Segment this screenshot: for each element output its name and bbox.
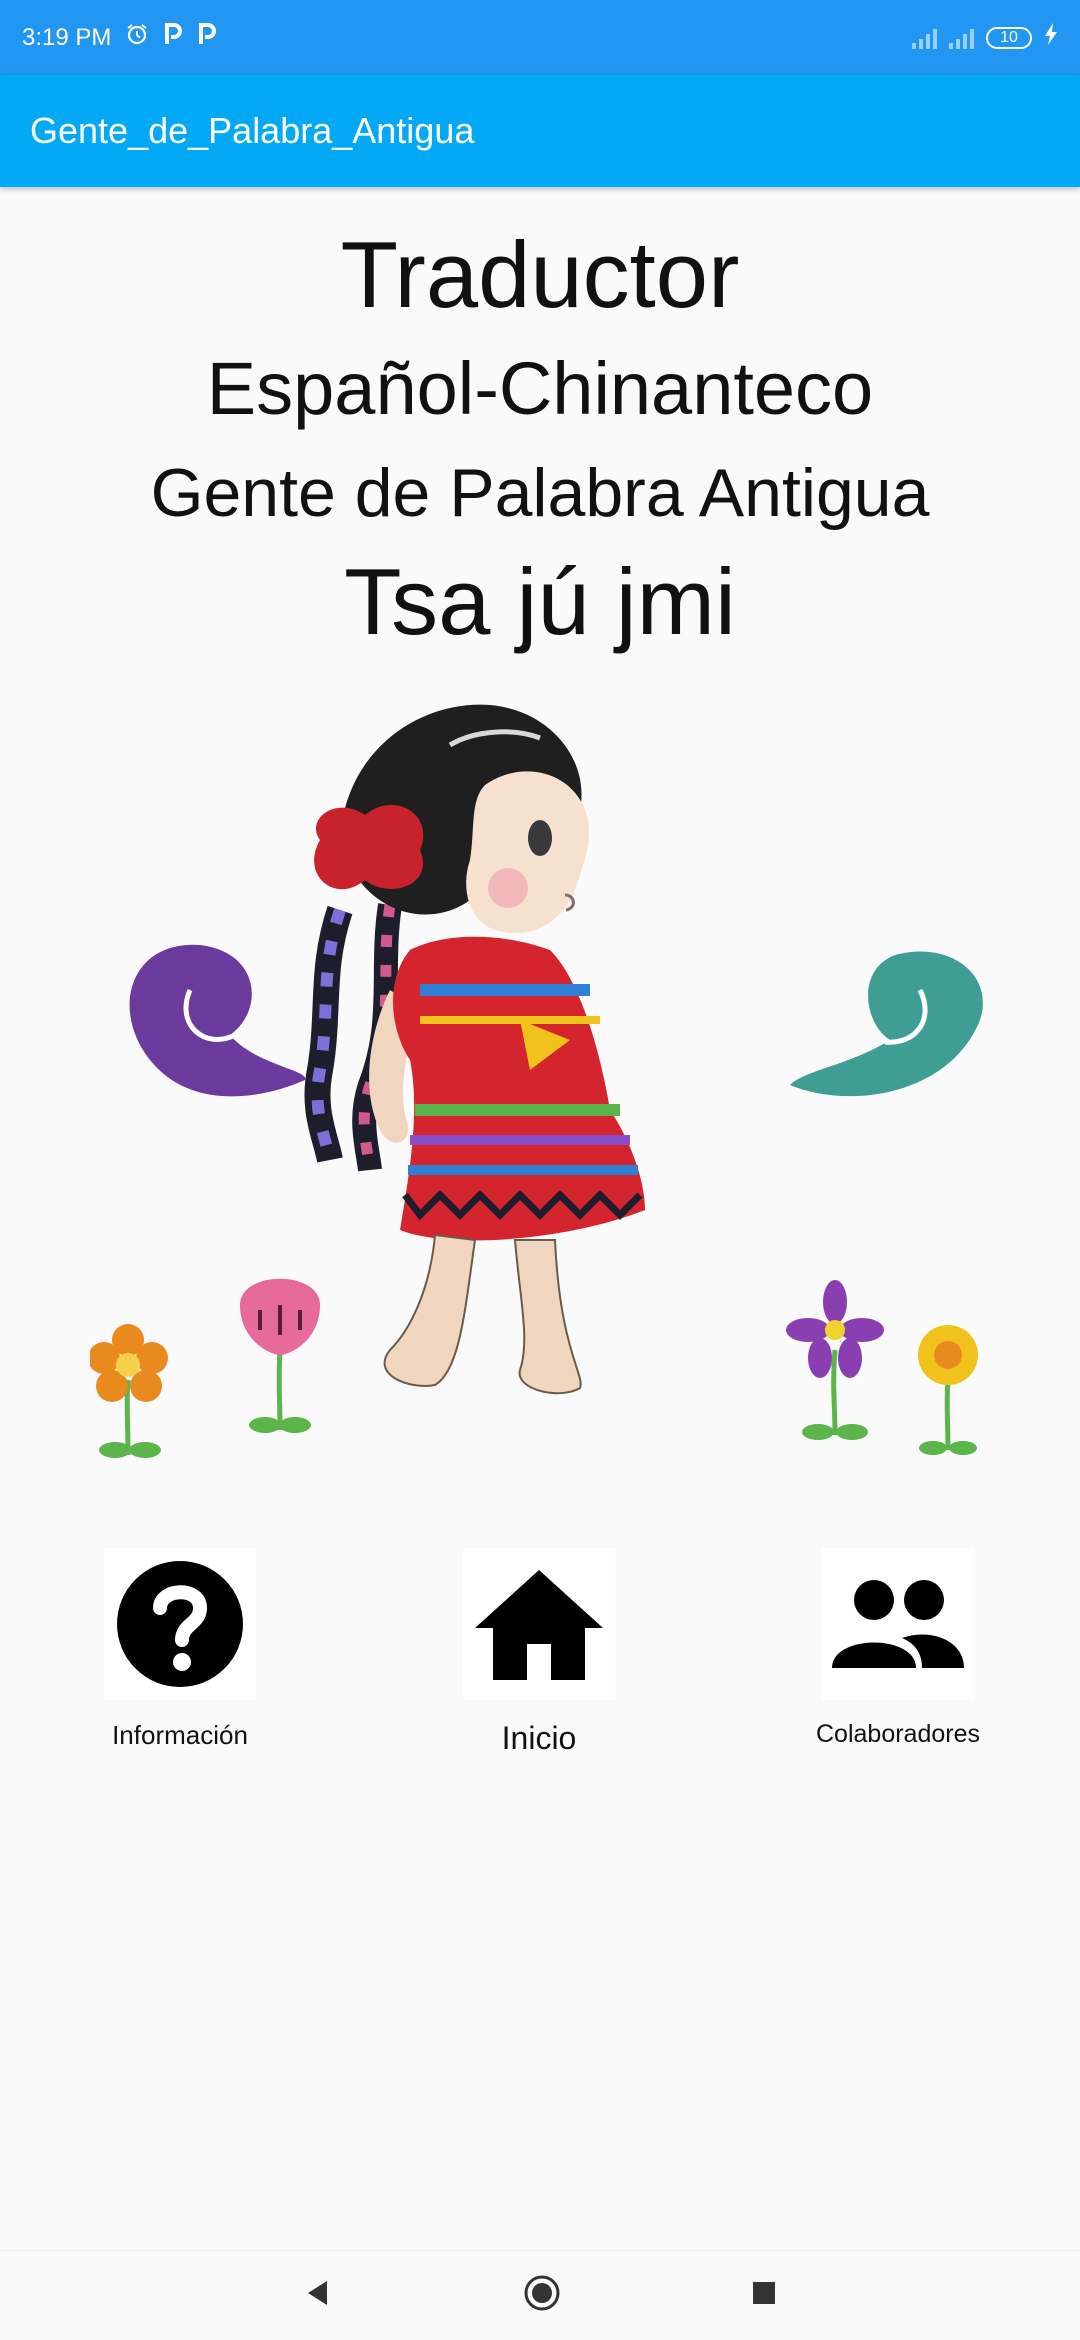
page-title: Traductor xyxy=(340,222,740,327)
question-circle-icon[interactable] xyxy=(104,1548,256,1700)
inicio-label: Inicio xyxy=(501,1720,577,1756)
status-bar: 3:19 PM 10 xyxy=(0,0,1080,75)
status-time: 3:19 PM xyxy=(22,23,112,51)
recents-square-icon[interactable] xyxy=(751,2280,777,2311)
battery-icon: 10 xyxy=(986,26,1032,49)
right-leg xyxy=(513,1239,582,1395)
purple-flower xyxy=(786,1280,884,1440)
signal-icon xyxy=(949,27,974,49)
signal-icon xyxy=(912,27,937,49)
purple-swirl xyxy=(129,944,306,1097)
header-block: Traductor Español-Chinanteco Gente de Pa… xyxy=(0,215,1080,661)
back-icon[interactable] xyxy=(303,2278,333,2313)
people-icon[interactable] xyxy=(822,1548,974,1700)
p-notification-icon xyxy=(197,22,217,53)
charging-icon xyxy=(1044,23,1058,52)
informacion-label: Información xyxy=(112,1720,248,1750)
girl-illustration xyxy=(90,704,983,1458)
header-line-3: Gente de Palabra Antigua xyxy=(150,455,930,531)
informacion-button[interactable]: Información xyxy=(104,1548,256,1750)
left-leg xyxy=(383,1233,477,1387)
app-bar: Gente_de_Palabra_Antigua xyxy=(0,75,1080,187)
yellow-flower xyxy=(918,1325,978,1455)
colaboradores-button[interactable]: Colaboradores xyxy=(816,1548,980,1748)
cheek xyxy=(488,868,528,908)
inicio-button[interactable]: Inicio xyxy=(463,1548,615,1756)
teal-swirl xyxy=(790,951,983,1097)
p-notification-icon xyxy=(163,22,183,53)
app-title: Gente_de_Palabra_Antigua xyxy=(30,110,475,151)
colaboradores-label: Colaboradores xyxy=(816,1720,980,1748)
pink-flower xyxy=(240,1278,320,1433)
huipil-dress xyxy=(393,936,645,1241)
red-ribbon xyxy=(314,804,424,890)
page-subtitle: Español-Chinanteco xyxy=(206,347,874,430)
system-nav-bar xyxy=(0,2250,1080,2340)
orange-flower xyxy=(90,1324,168,1458)
home-icon[interactable] xyxy=(463,1548,615,1700)
alarm-icon xyxy=(125,22,149,53)
eye xyxy=(528,820,552,856)
header-line-4: Tsa jú jmi xyxy=(344,549,736,654)
home-circle-icon[interactable] xyxy=(523,2274,561,2317)
nav-buttons: Información Inicio Colaboradores xyxy=(0,1548,1080,1768)
